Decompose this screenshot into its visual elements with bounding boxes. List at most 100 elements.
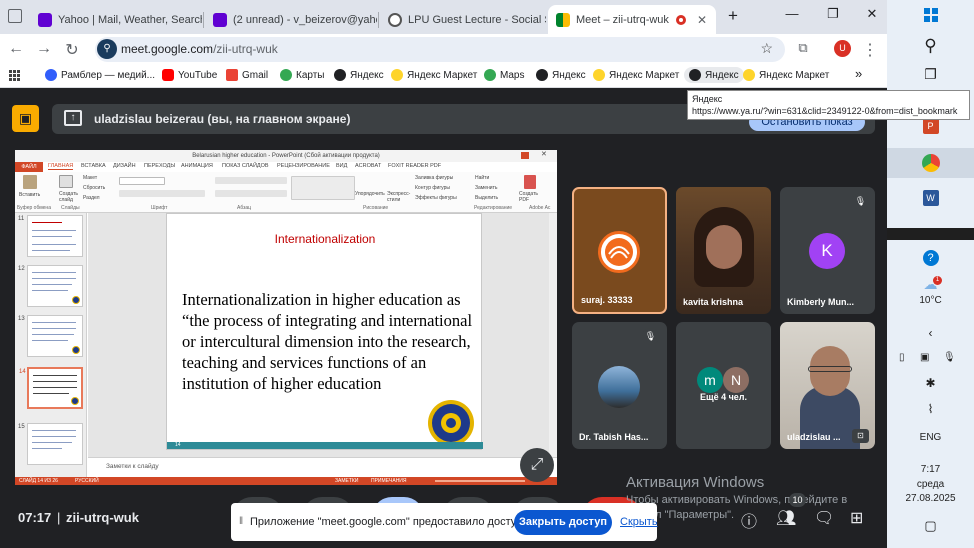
powerpoint-taskbar-icon[interactable]: P bbox=[887, 118, 974, 134]
ppt-select-label: Выделить bbox=[475, 195, 499, 201]
bookmarks-overflow-button[interactable]: » bbox=[855, 66, 862, 81]
ppt-ribbon-tabs: ФАЙЛ ГЛАВНАЯ ВСТАВКА ДИЗАЙН ПЕРЕХОДЫ АНИ… bbox=[15, 162, 557, 172]
tab-yahoo[interactable]: Yahoo | Mail, Weather, Search bbox=[30, 5, 202, 34]
fullscreen-expand-button[interactable]: ⤢ bbox=[520, 448, 554, 482]
mic-tray-icon[interactable]: 🎙︎ bbox=[943, 352, 956, 363]
ppt-find-label: Найти bbox=[475, 175, 490, 181]
tab-search-icon[interactable] bbox=[8, 9, 22, 23]
bookmark-youtube[interactable]: YouTube bbox=[162, 69, 217, 81]
task-view-icon[interactable]: ❐ bbox=[887, 66, 974, 83]
bookmark-gmail[interactable]: Gmail bbox=[226, 69, 268, 81]
word-taskbar-icon[interactable]: W bbox=[887, 190, 974, 206]
browser-tab-strip: Yahoo | Mail, Weather, Search (2 unread)… bbox=[0, 0, 887, 34]
bookmark-market-1[interactable]: Яндекс Маркет bbox=[391, 69, 477, 81]
bookmark-rambler[interactable]: Рамблер — медий... bbox=[45, 69, 155, 81]
thumb-number: 11 bbox=[18, 216, 25, 222]
recording-icon bbox=[676, 14, 686, 25]
search-icon[interactable]: ⚲ bbox=[887, 36, 974, 56]
minimize-button[interactable]: — bbox=[777, 6, 807, 21]
map-pin-icon bbox=[484, 69, 496, 81]
extensions-icon[interactable]: ⧉ bbox=[793, 40, 813, 56]
glasses-icon bbox=[808, 366, 852, 372]
tab-yahoo-mail[interactable]: (2 unread) - v_beizerov@yaho bbox=[205, 5, 377, 34]
bookmark-label: Яндекс bbox=[705, 69, 739, 81]
bookmark-maps[interactable]: Maps bbox=[484, 69, 524, 81]
meeting-clock: 07:17 bbox=[18, 510, 52, 525]
url-text: meet.google.com/zii-utrq-wuk bbox=[121, 42, 278, 56]
ppt-reset-label: Сбросить bbox=[83, 185, 106, 191]
address-toolbar: ← → ↻ ⚲ meet.google.com/zii-utrq-wuk ☆ ⧉… bbox=[0, 34, 887, 64]
new-tab-button[interactable]: + bbox=[718, 6, 748, 26]
participant-tile-self[interactable]: uladzislau ... ⊡ bbox=[780, 322, 875, 449]
participant-tile-tabish[interactable]: 🎙︎ Dr. Tabish Has... bbox=[572, 322, 667, 449]
hide-notice-link[interactable]: Скрыть bbox=[620, 516, 658, 528]
activities-icon[interactable]: ⊞ bbox=[850, 508, 863, 528]
close-window-button[interactable]: ✕ bbox=[857, 6, 887, 22]
participant-name: Kimberly Mun... bbox=[787, 297, 855, 307]
back-icon[interactable]: ← bbox=[6, 40, 26, 58]
rambler-icon bbox=[45, 69, 57, 81]
meeting-info-icon[interactable]: ⓘ bbox=[741, 508, 757, 532]
tooltip-url: https://www.ya.ru/?win=631&clid=2349122-… bbox=[692, 106, 958, 116]
bookmark-maps-ru[interactable]: Карты bbox=[280, 69, 325, 81]
notifications-icon[interactable]: ▢ bbox=[887, 518, 974, 534]
slide-body-text: Internationalization in higher education… bbox=[182, 290, 473, 393]
ppt-tab-design: ДИЗАЙН bbox=[113, 163, 136, 169]
menu-dots-icon[interactable]: ⋮ bbox=[860, 40, 880, 60]
taskbar-date: 27.08.2025 bbox=[905, 493, 956, 504]
bookmark-market-3[interactable]: Яндекс Маркет bbox=[743, 69, 829, 81]
youtube-icon bbox=[162, 69, 174, 81]
ppt-comments-toggle: ПРИМЕЧАНИЯ bbox=[371, 478, 407, 484]
chevron-left-icon[interactable]: ‹ bbox=[887, 326, 974, 340]
participant-tile-kimberly[interactable]: 🎙︎ K Kimberly Mun... bbox=[780, 187, 875, 314]
stop-sharing-button[interactable]: Закрыть доступ bbox=[514, 510, 612, 535]
bookmark-yandex-1[interactable]: Яндекс bbox=[334, 69, 384, 81]
windows-start-icon[interactable] bbox=[887, 8, 974, 22]
bookmark-yandex-2[interactable]: Яндекс bbox=[536, 69, 586, 81]
separator: | bbox=[57, 510, 61, 525]
self-view-options-icon[interactable]: ⊡ bbox=[852, 429, 869, 443]
omnibox[interactable]: ⚲ meet.google.com/zii-utrq-wuk ☆ bbox=[95, 37, 785, 62]
apps-grid-icon[interactable] bbox=[9, 70, 20, 81]
language-indicator[interactable]: ENG bbox=[887, 432, 974, 443]
presenting-label: uladzislau beizerau (вы, на главном экра… bbox=[94, 112, 351, 126]
bluetooth-icon[interactable]: ✱ bbox=[887, 376, 974, 390]
ppt-fill-label: Заливка фигуры bbox=[415, 175, 454, 181]
slide-page-number: 14 bbox=[175, 442, 181, 448]
ppt-notice-icon bbox=[521, 152, 529, 159]
help-icon[interactable]: ? bbox=[887, 250, 974, 266]
bookmark-yandex-3[interactable]: Яндекс bbox=[684, 67, 744, 83]
chrome-taskbar-icon[interactable] bbox=[887, 148, 974, 178]
seal-icon bbox=[72, 296, 80, 304]
participant-tile-more[interactable]: m N Ещё 4 чел. bbox=[676, 322, 771, 449]
chat-icon[interactable]: 🗨︎ bbox=[814, 508, 834, 528]
tooltip-title: Яндекс bbox=[692, 94, 723, 104]
people-icon[interactable]: 👥︎ bbox=[776, 508, 796, 528]
meet-tray-icon[interactable]: ▯ bbox=[899, 352, 905, 363]
yandex-icon bbox=[334, 69, 346, 81]
slide-editor-area: Internationalization Internationalizatio… bbox=[88, 213, 557, 457]
bookmark-label: YouTube bbox=[178, 69, 218, 81]
ppt-close-icon: ✕ bbox=[541, 151, 547, 158]
participant-name: uladzislau ... bbox=[787, 432, 841, 442]
ppt-arrange-label: Упорядочить bbox=[355, 191, 385, 197]
participant-tile-kavita[interactable]: kavita krishna bbox=[676, 187, 771, 314]
drag-handle-icon[interactable]: ‖ bbox=[239, 516, 243, 527]
windows-activation-line1: Чтобы активировать Windows, перейдите в bbox=[626, 494, 848, 506]
tab-lpu[interactable]: LPU Guest Lecture - Social Sci bbox=[380, 5, 546, 34]
network-icon[interactable]: ⌇ bbox=[887, 402, 974, 416]
weather-icon[interactable]: ☁ bbox=[887, 276, 974, 293]
bookmark-star-icon[interactable]: ☆ bbox=[760, 40, 773, 57]
participant-tile-suraj[interactable]: suraj. 33333 bbox=[572, 187, 667, 314]
close-tab-icon[interactable]: ✕ bbox=[694, 13, 710, 27]
reload-icon[interactable]: ↻ bbox=[62, 40, 82, 60]
maximize-button[interactable]: ❐ bbox=[818, 6, 848, 22]
participant-name: kavita krishna bbox=[683, 297, 744, 307]
site-info-icon[interactable]: ⚲ bbox=[97, 39, 117, 59]
yandex-icon bbox=[536, 69, 548, 81]
screen-share-tray-icon[interactable]: ▣ bbox=[920, 352, 929, 363]
forward-icon[interactable]: → bbox=[34, 40, 54, 58]
tab-meet[interactable]: Meet – zii-utrq-wuk ✕ bbox=[548, 5, 716, 34]
profile-avatar[interactable]: U bbox=[834, 40, 851, 57]
bookmark-market-2[interactable]: Яндекс Маркет bbox=[593, 69, 679, 81]
